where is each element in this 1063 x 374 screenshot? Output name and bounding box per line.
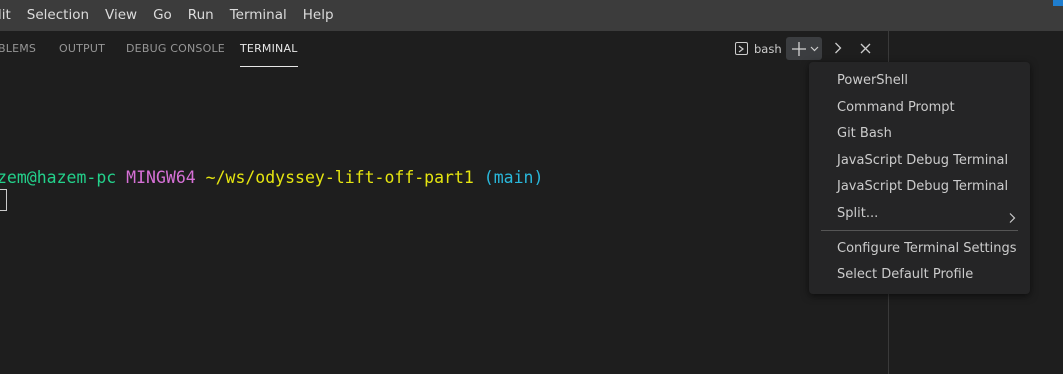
menu-run[interactable]: Run: [180, 0, 222, 31]
close-icon[interactable]: [855, 38, 875, 58]
menu-item-label: Split...: [837, 206, 879, 221]
terminal-selector[interactable]: bash: [735, 40, 782, 57]
prompt-line: zem@hazem-pc MINGW64 ~/ws/odyssey-lift-o…: [0, 168, 543, 188]
tab-output[interactable]: OUTPUT: [59, 31, 105, 66]
chevron-right-icon[interactable]: [828, 38, 848, 58]
menu-go[interactable]: Go: [145, 0, 180, 31]
terminal-icon: [735, 42, 748, 55]
menu-bar: lit Selection View Go Run Terminal Help: [0, 0, 1063, 31]
menu-view[interactable]: View: [97, 0, 145, 31]
menu-item-js-debug-terminal[interactable]: JavaScript Debug Terminal: [809, 148, 1030, 174]
prompt-system: MINGW64: [126, 168, 196, 187]
menu-item-label: JavaScript Debug Terminal: [837, 153, 1009, 168]
tab-debug-console[interactable]: DEBUG CONSOLE: [126, 31, 225, 66]
menu-item-label: PowerShell: [837, 73, 909, 88]
menu-selection[interactable]: Selection: [19, 0, 97, 31]
menu-item-label: Command Prompt: [837, 100, 955, 115]
prompt-user: zem@hazem-pc: [0, 168, 117, 187]
menu-edit[interactable]: lit: [0, 0, 19, 31]
prompt-path: ~/ws/odyssey-lift-off-part1: [205, 168, 474, 187]
prompt-branch: (main): [483, 168, 544, 187]
menu-item-configure-settings[interactable]: Configure Terminal Settings: [809, 236, 1030, 262]
terminal-selector-label: bash: [754, 41, 782, 56]
menu-help[interactable]: Help: [295, 0, 342, 31]
menu-item-split[interactable]: Split...: [809, 201, 1030, 227]
menu-item-powershell[interactable]: PowerShell: [809, 68, 1030, 94]
new-terminal-dropdown: PowerShell Command Prompt Git Bash JavaS…: [809, 62, 1030, 294]
panel-header: BLEMS OUTPUT DEBUG CONSOLE TERMINAL bash: [0, 31, 888, 67]
chevron-down-icon[interactable]: [808, 39, 820, 58]
menu-item-label: Configure Terminal Settings: [837, 241, 1017, 256]
menu-item-label: Select Default Profile: [837, 267, 974, 282]
menu-item-command-prompt[interactable]: Command Prompt: [809, 95, 1030, 121]
plus-icon[interactable]: [790, 39, 808, 58]
menu-item-js-debug-terminal-2[interactable]: JavaScript Debug Terminal: [809, 174, 1030, 200]
terminal-area[interactable]: zem@hazem-pc MINGW64 ~/ws/odyssey-lift-o…: [0, 66, 888, 374]
menu-item-git-bash[interactable]: Git Bash: [809, 121, 1030, 147]
menu-item-label: Git Bash: [837, 126, 892, 141]
menu-terminal[interactable]: Terminal: [222, 0, 295, 31]
submenu-arrow-icon: [1006, 208, 1018, 223]
menu-separator: [821, 230, 1018, 231]
terminal-cursor: [0, 189, 7, 211]
menu-item-label: JavaScript Debug Terminal: [837, 179, 1009, 194]
tab-problems[interactable]: BLEMS: [0, 31, 36, 66]
tab-terminal[interactable]: TERMINAL: [240, 31, 298, 67]
menu-item-select-default-profile[interactable]: Select Default Profile: [809, 262, 1030, 288]
new-terminal-group: [786, 37, 822, 60]
window-accent: [1053, 0, 1063, 6]
